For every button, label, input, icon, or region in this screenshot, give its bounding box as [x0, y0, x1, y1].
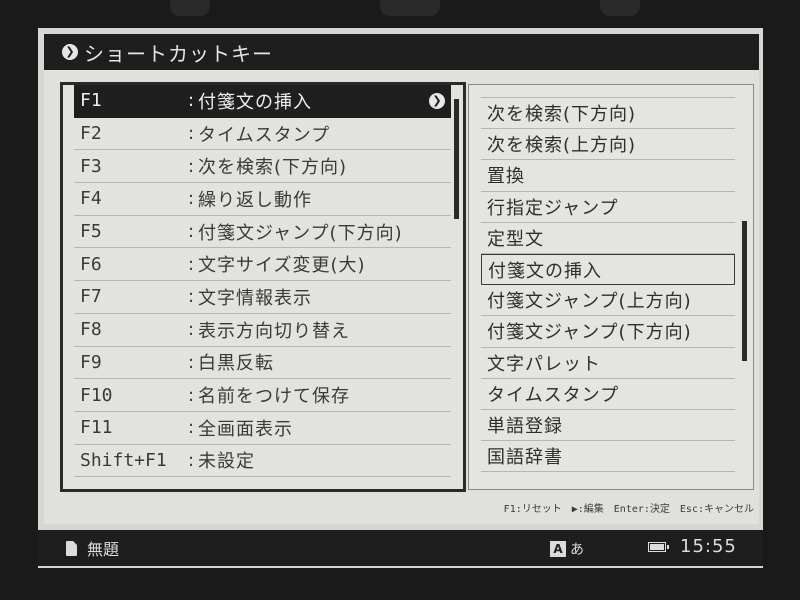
shortcut-key: F11 [80, 417, 113, 439]
shortcut-key: F5 [80, 221, 102, 243]
command-item[interactable]: 付箋文の挿入 [481, 253, 735, 286]
shortcut-row[interactable]: F1: 付箋文の挿入 ❯ [74, 85, 451, 118]
command-item[interactable]: 行指定ジャンプ [481, 192, 735, 223]
shortcut-separator: : [188, 123, 195, 145]
hint-edit: ▶:編集 [571, 504, 604, 515]
shortcut-row[interactable]: F7: 文字情報表示 [74, 281, 451, 314]
shortcut-key-window: ❯ ショートカットキー F1: 付箋文の挿入 ❯ F2: タイムスタンプ F3: 次を検索(… [44, 34, 759, 524]
shortcut-separator: : [188, 90, 195, 112]
input-mode-icon: A [550, 541, 566, 557]
window-title: ショートカットキー [84, 41, 273, 66]
shortcut-separator: : [188, 286, 195, 308]
command-item[interactable]: 次を検索(下方向) [481, 98, 735, 130]
document-title: 無題 [87, 540, 120, 559]
list-divider [481, 85, 735, 98]
shortcut-separator: : [188, 188, 195, 210]
shortcut-list-scrollbar[interactable] [454, 99, 459, 219]
command-item[interactable]: 付箋文ジャンプ(下方向) [481, 316, 735, 348]
shortcut-row[interactable]: F10: 名前をつけて保存 [74, 379, 451, 412]
shortcut-separator: : [188, 449, 195, 471]
shortcut-row[interactable]: F8: 表示方向切り替え [74, 314, 451, 347]
shortcut-separator: : [188, 155, 195, 177]
shortcut-separator: : [188, 319, 195, 341]
shortcut-action: 白黒反転 [198, 353, 274, 375]
shortcut-action: 付箋文の挿入 [198, 91, 312, 113]
shortcut-action: 表示方向切り替え [198, 320, 350, 342]
shortcut-key: F7 [80, 286, 102, 308]
shortcut-key: F10 [80, 384, 113, 406]
shortcut-separator: : [188, 351, 195, 373]
shortcut-action: 名前をつけて保存 [198, 386, 350, 408]
command-item[interactable]: 付箋文ジャンプ(上方向) [481, 285, 735, 317]
shortcut-action: タイムスタンプ [198, 124, 331, 146]
chevron-right-icon: ❯ [62, 44, 78, 60]
shortcut-action: 文字サイズ変更(大) [198, 255, 366, 277]
shortcut-key: F8 [80, 319, 102, 341]
command-item[interactable]: 次を検索(上方向) [481, 129, 735, 161]
shortcut-action: 繰り返し動作 [198, 189, 312, 211]
shortcut-key: F9 [80, 351, 102, 373]
shortcut-row[interactable]: Shift+F1: 未設定 [74, 445, 451, 478]
status-bar: 無題 A あ 15:55 [38, 530, 763, 566]
input-mode-indicator[interactable]: A あ [550, 539, 584, 559]
bezel-bump-center [380, 0, 440, 16]
shortcut-row[interactable]: F9: 白黒反転 [74, 347, 451, 380]
command-list: 次を検索(下方向) 次を検索(上方向) 置換 行指定ジャンプ 定型文 付箋文の挿入 付箋文ジ… [468, 84, 754, 490]
hint-esc: Esc:キャンセル [679, 504, 754, 515]
shortcut-separator: : [188, 253, 195, 275]
shortcut-row[interactable]: F2: タイムスタンプ [74, 118, 451, 151]
shortcut-key: F3 [80, 155, 102, 177]
command-item[interactable]: 定型文 [481, 223, 735, 254]
command-item[interactable]: 置換 [481, 160, 735, 192]
command-item[interactable]: 国語辞書 [481, 441, 735, 473]
shortcut-row[interactable]: F6: 文字サイズ変更(大) [74, 248, 451, 282]
battery-icon [648, 542, 669, 552]
shortcut-separator: : [188, 384, 195, 406]
shortcut-action: 全画面表示 [198, 418, 293, 440]
shortcut-separator: : [188, 221, 195, 243]
shortcut-row[interactable]: F11: 全画面表示 [74, 412, 451, 445]
shortcut-action: 文字情報表示 [198, 287, 312, 309]
shortcut-list: F1: 付箋文の挿入 ❯ F2: タイムスタンプ F3: 次を検索(下方向) F4: 繰り返し動… [60, 82, 466, 492]
shortcut-key: F1 [80, 90, 102, 112]
shortcut-action: 次を検索(下方向) [198, 157, 348, 179]
command-item[interactable]: タイムスタンプ [481, 379, 735, 410]
command-list-scrollbar[interactable] [742, 221, 747, 361]
key-hints: F1:リセット ▶:編集 Enter:決定 Esc:キャンセル [472, 500, 754, 516]
chevron-right-icon[interactable]: ❯ [429, 93, 445, 109]
shortcut-key: F6 [80, 253, 102, 275]
input-mode-label: あ [570, 542, 584, 558]
shortcut-action: 付箋文ジャンプ(下方向) [198, 222, 403, 244]
shortcut-row[interactable]: F4: 繰り返し動作 [74, 183, 451, 216]
shortcut-separator: : [188, 417, 195, 439]
shortcut-key: F2 [80, 123, 102, 145]
shortcut-row[interactable]: F3: 次を検索(下方向) [74, 150, 451, 184]
command-item[interactable]: 単語登録 [481, 410, 735, 442]
shortcut-key: F4 [80, 188, 102, 210]
bezel-bump-right [600, 0, 640, 16]
clock: 15:55 [680, 536, 737, 557]
shortcut-key: Shift+F1 [80, 449, 167, 471]
hint-reset: F1:リセット [503, 504, 562, 515]
shortcut-action: 未設定 [198, 451, 255, 473]
document-icon [66, 540, 77, 556]
bezel-bump-left [170, 0, 210, 16]
shortcut-row[interactable]: F5: 付箋文ジャンプ(下方向) [74, 216, 451, 249]
title-bar: ❯ ショートカットキー [44, 34, 759, 70]
command-item[interactable]: 文字パレット [481, 348, 735, 379]
hint-enter: Enter:決定 [613, 504, 670, 515]
